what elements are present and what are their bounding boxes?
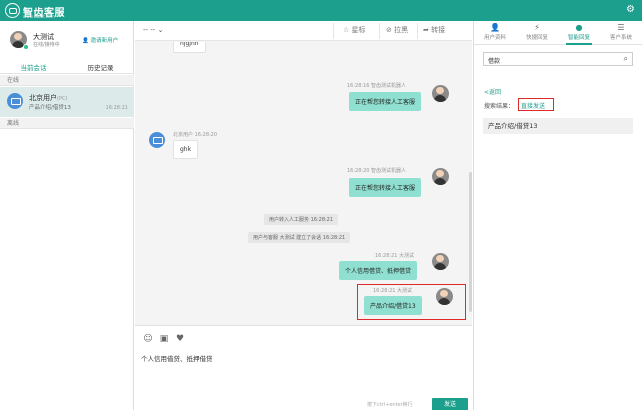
tab-label: 用户资料 bbox=[483, 35, 506, 41]
logo-icon bbox=[5, 3, 20, 18]
tab-label: 智能回复 bbox=[567, 35, 590, 41]
session-tabs: 当前会话 历史记录 bbox=[0, 60, 134, 76]
divider bbox=[379, 23, 380, 39]
session-selector[interactable]: -- -- ⌄ bbox=[143, 26, 163, 34]
right-panel: 👤 用户资料 ⚡ 快捷回复 ● 智能回复 ☰ 客户系统 借款 ⌕ <返回 搜索结果： 直… bbox=[473, 21, 642, 410]
divider bbox=[333, 23, 334, 39]
transfer-label: 转接 bbox=[431, 26, 446, 34]
tab-customer-system[interactable]: ☰ 客户系统 bbox=[600, 23, 642, 41]
system-notice: 用户与客服 大测试 建立了会话 16:28:21 bbox=[248, 232, 351, 243]
group-online[interactable]: 在线 bbox=[0, 75, 134, 86]
robot-message: 正在帮您转接人工客服 bbox=[349, 92, 422, 111]
chat-scrollbar[interactable] bbox=[469, 172, 472, 312]
invite-user-button[interactable]: 👤 邀请新用户 bbox=[82, 36, 118, 44]
result-item[interactable]: 产品介绍/借贷13 bbox=[483, 118, 633, 134]
search-value: 借款 bbox=[488, 58, 501, 65]
highlight-box bbox=[357, 284, 466, 320]
agent-profile: 大测试 在线/接待中 👤 邀请新用户 bbox=[0, 21, 134, 57]
block-label: 拉黑 bbox=[394, 26, 409, 34]
agent-status[interactable]: 在线/接待中 bbox=[33, 41, 60, 48]
user-message: hjgjhh bbox=[173, 42, 206, 53]
tab-quick-reply[interactable]: ⚡ 快捷回复 bbox=[516, 23, 558, 41]
block-button[interactable]: ⊘ 拉黑 bbox=[386, 25, 408, 35]
invite-label: 邀请新用户 bbox=[90, 38, 119, 44]
tab-label: 客户系统 bbox=[609, 35, 632, 41]
robot-avatar bbox=[432, 168, 449, 185]
transfer-icon: ➦ bbox=[423, 26, 429, 34]
tab-smart-reply[interactable]: ● 智能回复 bbox=[558, 23, 600, 45]
user-message: ghk bbox=[173, 140, 199, 159]
session-time: 16:28:21 bbox=[105, 105, 128, 111]
top-bar: 智齿客服 www.sobot.com ⚙ bbox=[0, 0, 642, 21]
chevron-down-icon: ⌄ bbox=[157, 26, 164, 34]
app-window: 智齿客服 www.sobot.com ⚙ 大测试 在线/接待中 👤 邀请新用户 … bbox=[0, 0, 642, 410]
compose-input[interactable]: 个人信用借贷、抵押借贷 bbox=[141, 353, 213, 363]
message-meta: 16:28:21 大测试 bbox=[375, 253, 415, 259]
compose-area: ☺ ▣ ♥ 个人信用借贷、抵押借贷 按下ctrl+enter换行 发送 bbox=[135, 325, 472, 410]
group-offline[interactable]: 离线 bbox=[0, 118, 134, 129]
image-icon[interactable]: ▣ bbox=[159, 334, 169, 344]
message-meta: 16:28:16 智齿测试机器人 bbox=[347, 83, 407, 89]
back-link[interactable]: <返回 bbox=[484, 87, 501, 96]
tab-current-sessions[interactable]: 当前会话 bbox=[0, 62, 67, 76]
pc-user-icon bbox=[7, 93, 23, 109]
robot-avatar bbox=[432, 85, 449, 102]
session-user: 北京用户(PC) bbox=[29, 93, 67, 103]
session-user-name: 北京用户 bbox=[29, 94, 57, 102]
user-icon: 👤 bbox=[490, 23, 500, 32]
add-user-icon: 👤 bbox=[82, 38, 91, 44]
right-tabs: 👤 用户资料 ⚡ 快捷回复 ● 智能回复 ☰ 客户系统 bbox=[474, 21, 642, 45]
search-result-label: 搜索结果： bbox=[484, 103, 515, 110]
chat-toolbar: -- -- ⌄ ☆ 星标 ⊘ 拉黑 ➦ 转接 bbox=[135, 21, 472, 41]
chat-icon: ● bbox=[575, 23, 583, 32]
search-input[interactable]: 借款 ⌕ bbox=[483, 52, 633, 66]
tab-user-profile[interactable]: 👤 用户资料 bbox=[474, 23, 516, 41]
newline-hint: 按下ctrl+enter换行 bbox=[367, 402, 413, 408]
star-button[interactable]: ☆ 星标 bbox=[343, 25, 366, 35]
message-meta: 16:28:20 智齿测试机器人 bbox=[347, 168, 407, 174]
send-button[interactable]: 发送 bbox=[432, 398, 468, 410]
tab-label: 快捷回复 bbox=[525, 35, 548, 41]
settings-gear-icon[interactable]: ⚙ bbox=[626, 5, 635, 15]
menu-icon: ☰ bbox=[617, 23, 625, 32]
left-panel: 大测试 在线/接待中 👤 邀请新用户 当前会话 历史记录 在线 北京用户(PC)… bbox=[0, 21, 134, 410]
star-label: 星标 bbox=[351, 26, 366, 34]
agent-message: 个人信用借贷、抵押借贷 bbox=[339, 261, 418, 280]
session-source-tag: (PC) bbox=[57, 96, 68, 102]
session-last-message: 产品介绍/借贷13 bbox=[29, 105, 71, 111]
message-list[interactable]: hjgjhh 16:28:16 智齿测试机器人 正在帮您转接人工客服 北京用户 … bbox=[135, 42, 472, 325]
emoji-icon[interactable]: ☺ bbox=[143, 334, 153, 344]
star-icon: ☆ bbox=[343, 26, 350, 34]
robot-message: 正在帮您转接人工客服 bbox=[349, 178, 422, 197]
online-status-icon bbox=[23, 44, 29, 50]
session-item[interactable]: 北京用户(PC) 产品介绍/借贷13 16:28:21 bbox=[0, 87, 134, 117]
user-avatar bbox=[149, 132, 165, 148]
bolt-icon: ⚡ bbox=[534, 23, 540, 32]
system-notice: 用户转入人工服务 16:28:21 bbox=[264, 214, 339, 225]
message-meta: 北京用户 16:28:20 bbox=[173, 132, 218, 138]
session-selector-value: -- -- bbox=[143, 26, 156, 34]
app-domain: www.sobot.com bbox=[23, 14, 55, 19]
chat-panel: -- -- ⌄ ☆ 星标 ⊘ 拉黑 ➦ 转接 hjgjhh 16:28:16 智… bbox=[135, 21, 472, 410]
search-icon[interactable]: ⌕ bbox=[624, 54, 628, 64]
tab-history[interactable]: 历史记录 bbox=[67, 62, 134, 72]
transfer-button[interactable]: ➦ 转接 bbox=[423, 25, 445, 35]
block-icon: ⊘ bbox=[386, 26, 392, 34]
agent-avatar bbox=[432, 253, 449, 270]
highlight-box bbox=[518, 98, 554, 111]
favorite-icon[interactable]: ♥ bbox=[175, 334, 185, 344]
divider bbox=[417, 23, 418, 39]
